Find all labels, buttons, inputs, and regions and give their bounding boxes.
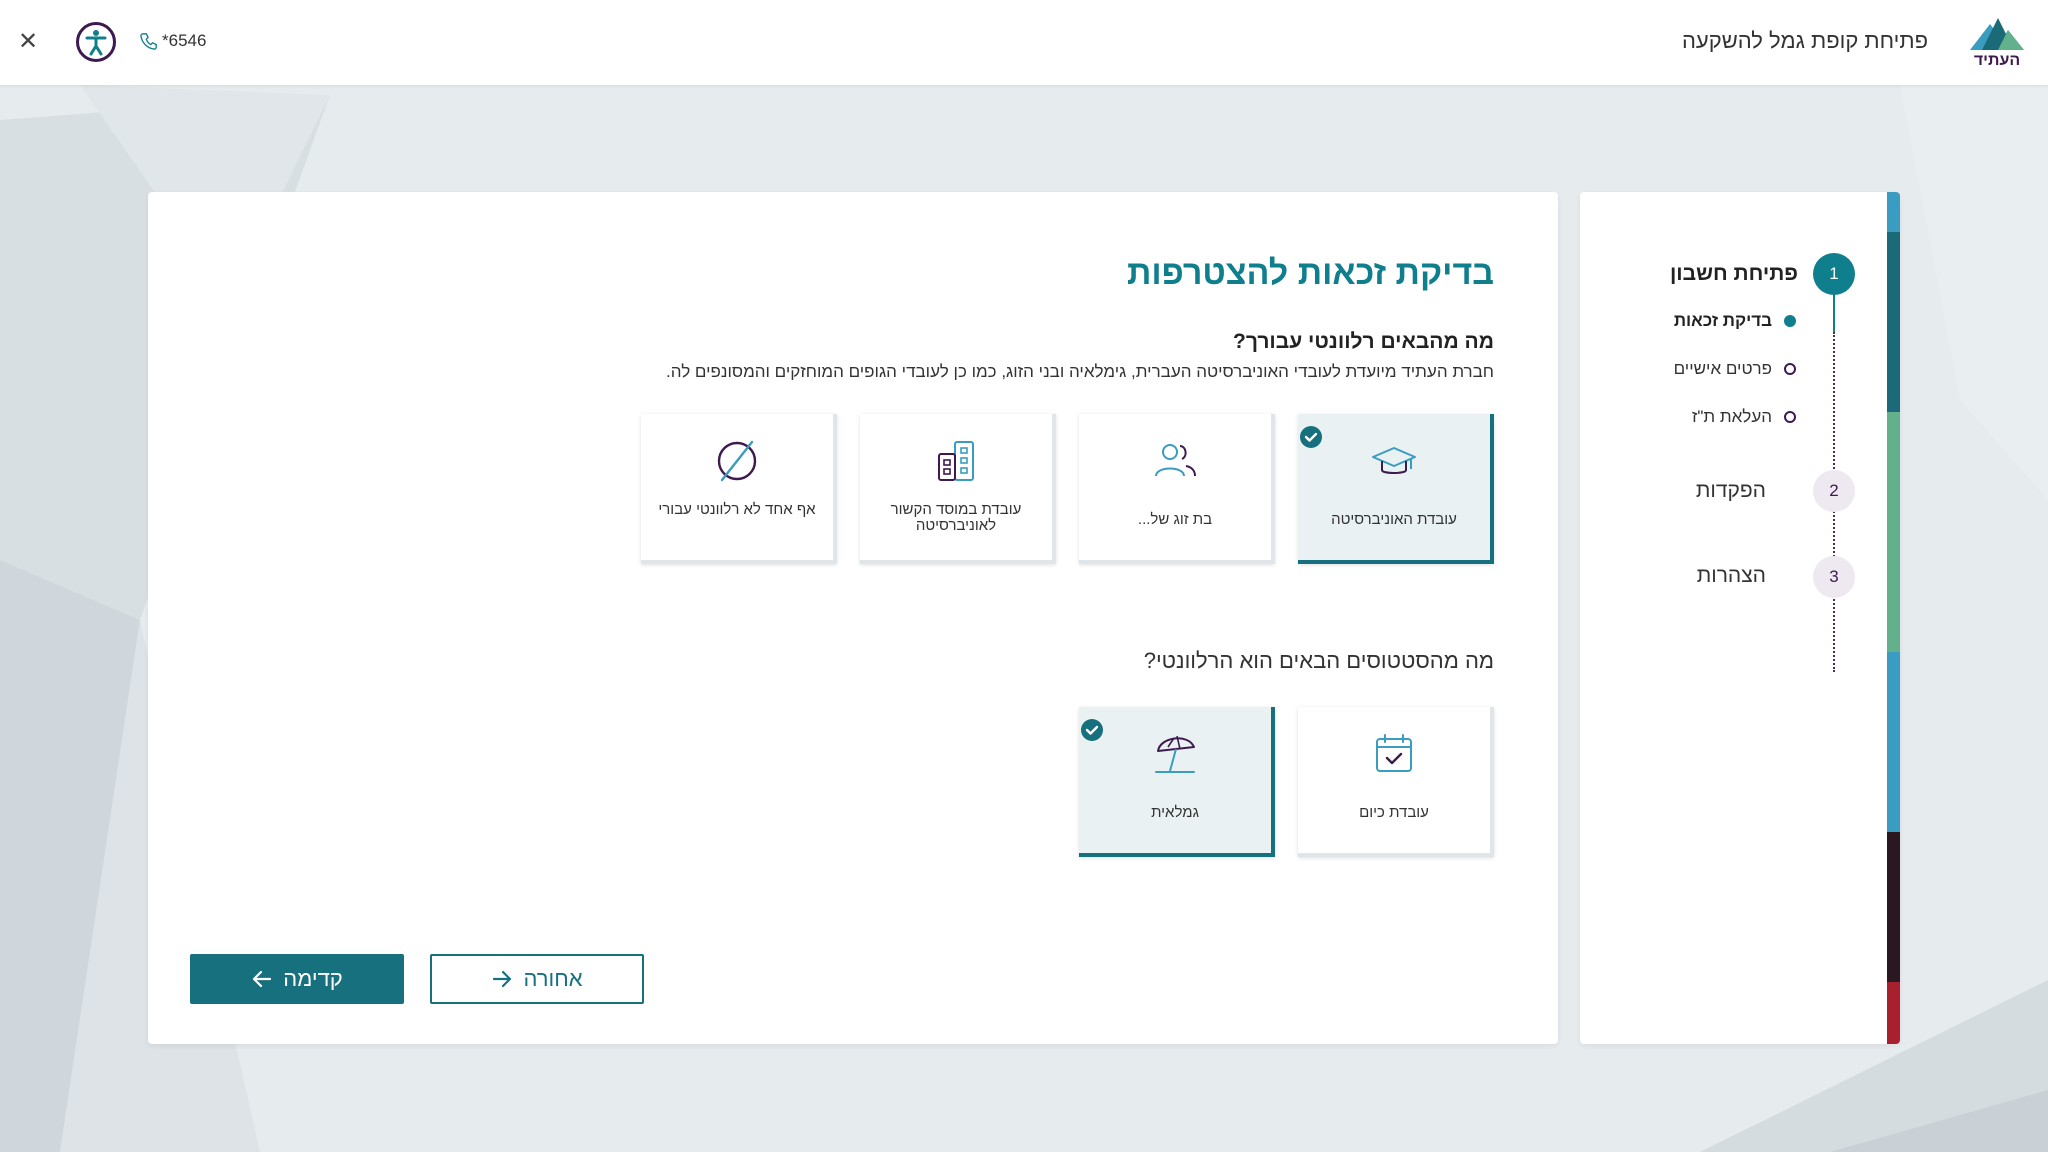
logo-mountains-icon	[1970, 18, 2024, 50]
stripe-segment	[1887, 232, 1900, 412]
option-label: עובדת האוניברסיטה	[1331, 511, 1457, 528]
building-icon	[931, 436, 981, 486]
logo-text: העתיד	[1973, 52, 2021, 69]
option-currently-employed[interactable]: עובדת כיום	[1298, 707, 1494, 857]
substep-2-dot	[1784, 363, 1796, 375]
step-2-number: 2	[1813, 470, 1855, 512]
accessibility-button[interactable]	[76, 22, 116, 62]
page-title: בדיקת זכאות להצטרפות	[1127, 254, 1494, 292]
back-button-label: אחורה	[523, 966, 583, 991]
option-spouse-of[interactable]: בת זוג של...	[1079, 414, 1275, 564]
step-3-number: 3	[1813, 556, 1855, 598]
app-title: פתיחת קופת גמל להשקעה	[1681, 28, 1928, 53]
option-label: בת זוג של...	[1137, 511, 1213, 528]
stripe-segment	[1887, 652, 1900, 832]
option-university-employee[interactable]: עובדת האוניברסיטה	[1298, 414, 1494, 564]
stripe-segment	[1887, 982, 1900, 1044]
graduation-cap-icon	[1369, 436, 1419, 486]
next-button-label: קדימה	[283, 966, 343, 991]
substep-3-label: העלאת ת"ז	[1691, 407, 1772, 426]
step-3-label: הצהרות	[1696, 564, 1766, 587]
phone-icon	[140, 33, 157, 50]
substep-3-dot	[1784, 411, 1796, 423]
substep-1-dot	[1784, 315, 1796, 327]
question-1-title: מה מהבאים רלוונטי עבורך?	[1233, 330, 1494, 353]
back-button[interactable]: אחורה	[430, 954, 644, 1004]
option-affiliated-institution[interactable]: עובדת במוסד הקשור לאוניברסיטה	[860, 414, 1056, 564]
phone-number[interactable]: *6546	[140, 31, 206, 51]
option-label: עובדת כיום	[1359, 804, 1429, 821]
arrow-left-icon	[253, 970, 272, 988]
umbrella-icon	[1150, 729, 1200, 779]
close-icon: ✕	[17, 28, 39, 55]
option-none-relevant[interactable]: אף אחד לא רלוונטי עבורי	[641, 414, 837, 564]
top-bar: העתיד פתיחת קופת גמל להשקעה ✕ *6546	[0, 0, 2048, 85]
eligibility-form-card: בדיקת זכאות להצטרפות מה מהבאים רלוונטי ע…	[148, 192, 1558, 1044]
company-logo[interactable]: העתיד	[1968, 16, 2026, 70]
substep-2-label: פרטים אישיים	[1673, 359, 1772, 378]
accessibility-icon	[85, 30, 107, 56]
stepper-color-stripe	[1887, 192, 1900, 1044]
close-button[interactable]: ✕	[14, 28, 42, 56]
option-label: אף אחד לא רלוונטי עבורי	[658, 501, 816, 518]
step-2-label: הפקדות	[1695, 479, 1766, 502]
stripe-segment	[1887, 192, 1900, 232]
progress-stepper: 1 פתיחת חשבון בדיקת זכאות פרטים אישיים ה…	[1580, 192, 1900, 1044]
question-2-title: מה מהסטטוסים הבאים הוא הרלוונטי?	[1143, 648, 1494, 673]
check-icon	[1300, 426, 1322, 448]
option-retiree[interactable]: גמלאית	[1079, 707, 1275, 857]
question-1-description: חברת העתיד מיועדת לעובדי האוניברסיטה העב…	[666, 362, 1494, 381]
arrow-right-icon	[493, 970, 512, 988]
option-label: עובדת במוסד הקשור לאוניברסיטה	[890, 501, 1022, 534]
next-button[interactable]: קדימה	[190, 954, 404, 1004]
step-1-number: 1	[1813, 253, 1855, 295]
none-icon	[712, 436, 762, 486]
option-label: גמלאית	[1151, 804, 1199, 821]
stripe-segment	[1887, 832, 1900, 982]
users-icon	[1150, 436, 1200, 486]
substep-1-label: בדיקת זכאות	[1673, 311, 1772, 330]
calendar-check-icon	[1369, 729, 1419, 779]
phone-number-text: *6546	[162, 31, 207, 50]
stripe-segment	[1887, 412, 1900, 652]
step-1-label: פתיחת חשבון	[1669, 262, 1798, 285]
check-icon	[1081, 719, 1103, 741]
